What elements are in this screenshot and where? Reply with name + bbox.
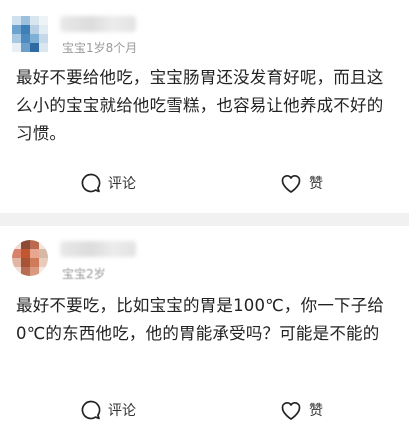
heart-icon [281,402,301,420]
comment-card: 宝宝1岁8个月 最好不要给他吃，宝宝肠胃还没发育好呢，而且这么小的宝宝就给他吃雪… [0,0,409,213]
like-label: 赞 [309,176,323,192]
comment-label: 评论 [108,403,136,419]
comment-bubble-icon [81,173,101,193]
baby-age-label: 宝宝1岁8个月 [62,41,138,55]
like-label: 赞 [309,403,323,419]
comment-label: 评论 [108,176,136,192]
like-button[interactable]: 赞 [279,399,323,421]
comment-text: 最好不要给他吃，宝宝肠胃还没发育好呢，而且这么小的宝宝就给他吃雪糕，也容易让他养… [16,68,384,143]
username-blurred[interactable] [60,16,136,32]
heart-icon [281,175,301,193]
baby-age-label: 宝宝2岁 [62,267,106,281]
like-button[interactable]: 赞 [279,172,323,194]
comment-card: 宝宝2岁 最好不要吃，比如宝宝的胃是100℃，你一下子给0℃的东西他吃，他的胃能… [0,226,409,442]
avatar[interactable] [12,240,48,276]
comment-button[interactable]: 评论 [80,172,136,194]
username-blurred[interactable] [60,241,136,257]
comment-bubble-icon [81,400,101,420]
comment-button[interactable]: 评论 [80,399,136,421]
comment-text: 最好不要吃，比如宝宝的胃是100℃，你一下子给0℃的东西他吃，他的胃能承受吗？可… [16,296,385,343]
card-separator [0,213,409,226]
avatar[interactable] [12,16,48,52]
